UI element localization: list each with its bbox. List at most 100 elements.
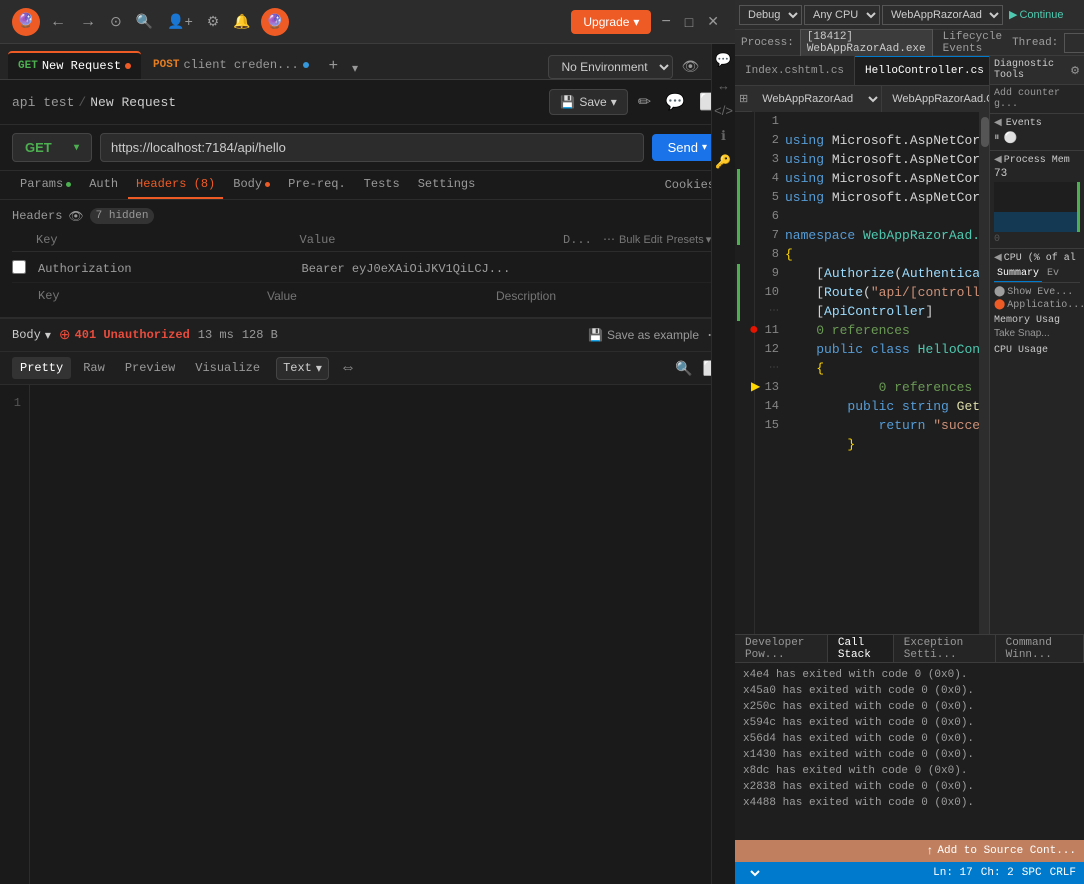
collection-tab-bar: GET New Request POST client creden... + … <box>0 44 735 80</box>
continue-button[interactable]: ▶ Continue <box>1005 6 1068 23</box>
expand-btn[interactable]: ⊞ <box>735 90 752 107</box>
comment-icon-btn[interactable]: 💬 <box>661 88 689 116</box>
tab-index-cshtml-1[interactable]: Index.cshtml.cs <box>735 56 855 86</box>
postman-search-btn[interactable]: 🔍 <box>132 9 157 34</box>
collection-tab-post[interactable]: POST client creden... <box>143 51 319 79</box>
collection-tab-get[interactable]: GET New Request <box>8 51 141 79</box>
headers-tab[interactable]: Headers (8) <box>128 171 223 199</box>
output-line-5: x56d4 has exited with code 0 (0x0). <box>743 731 1076 747</box>
prereq-tab[interactable]: Pre-req. <box>280 171 354 199</box>
header-key-1[interactable] <box>36 260 300 278</box>
add-tab-button[interactable]: + <box>321 53 346 79</box>
response-code-area[interactable] <box>30 385 735 884</box>
pretty-format-tab[interactable]: Pretty <box>12 357 71 379</box>
settings-tab[interactable]: Settings <box>410 171 484 199</box>
debug-mode-dropdown[interactable]: Debug <box>739 5 802 25</box>
lifecycle-label: Lifecycle Events <box>943 31 1002 55</box>
add-to-source-bar[interactable]: ↑ Add to Source Cont... <box>735 840 1084 862</box>
postman-back-btn[interactable]: ← <box>46 9 70 35</box>
new-key-input[interactable] <box>36 287 265 305</box>
new-desc-input[interactable] <box>494 287 723 305</box>
thread-dropdown[interactable] <box>1064 33 1084 53</box>
key-side-btn[interactable]: 🔑 <box>714 150 733 174</box>
summary-tab[interactable]: Summary <box>994 266 1042 282</box>
maximize-button[interactable]: □ <box>681 10 697 34</box>
tab-developer-power[interactable]: Developer Pow... <box>735 635 828 663</box>
body-tab[interactable]: Body <box>225 171 278 199</box>
process-bar: Process: [18412] WebAppRazorAad.exe Life… <box>735 30 1084 56</box>
raw-format-tab[interactable]: Raw <box>75 357 113 379</box>
table-header-row: Key Value D... ⋯ Bulk Edit Presets ▾ <box>12 232 723 252</box>
url-bar: GET ▾ Send ▾ <box>0 125 735 171</box>
breadcrumb-sep: / <box>78 95 86 110</box>
summary-event-tabs: Summary Ev <box>994 266 1080 283</box>
code-side-btn[interactable]: </> <box>714 99 733 122</box>
diag-add-counter[interactable]: Add counter g... <box>990 85 1084 114</box>
pause-events-btn[interactable]: ⏸ <box>994 131 1000 144</box>
postman-bell-btn[interactable]: 🔔 <box>229 9 254 34</box>
auth-tab[interactable]: Auth <box>81 171 126 199</box>
close-button[interactable]: ✕ <box>703 9 723 34</box>
env-eye-btn[interactable]: 👁 <box>677 54 703 79</box>
edit-icon-btn[interactable]: ✏ <box>634 88 655 116</box>
save-as-example-btn[interactable]: 💾 Save as example <box>588 328 699 342</box>
cpu-target-dropdown[interactable]: Any CPU <box>804 5 880 25</box>
output-content: x4e4 has exited with code 0 (0x0). x45a0… <box>735 663 1084 840</box>
take-snapshot-btn[interactable]: Take Snap... <box>994 328 1050 339</box>
response-format-toolbar: Pretty Raw Preview Visualize Text ▾ ⇔ 🔍 … <box>0 352 735 385</box>
project-location-dropdown[interactable]: WebAppRazorAad <box>752 86 882 112</box>
breadcrumb-name: New Request <box>90 95 176 110</box>
postman-new-tab-btn[interactable]: 👤+ <box>163 9 197 34</box>
cpu-collapse-icon[interactable]: ◀ <box>994 252 1002 264</box>
mem-collapse-icon[interactable]: ◀ <box>994 154 1002 166</box>
post-method-label: POST <box>153 59 179 71</box>
header-value-1[interactable] <box>300 260 564 278</box>
postman-home-btn[interactable]: ⊙ <box>106 9 126 34</box>
tab-exception-settings[interactable]: Exception Setti... <box>894 635 996 663</box>
tab-command-window[interactable]: Command Winn... <box>996 635 1084 663</box>
events-tab[interactable]: Ev <box>1044 266 1062 282</box>
tab-call-stack[interactable]: Call Stack <box>828 635 894 663</box>
text-format-dropdown[interactable]: Text ▾ <box>276 357 329 380</box>
postman-avatar-btn[interactable]: 🔮 <box>261 8 289 36</box>
breakpoint-indicator[interactable]: ● <box>749 321 759 340</box>
postman-settings-btn[interactable]: ⚙ <box>203 9 224 34</box>
diag-settings-btn[interactable]: ⚙ <box>1070 64 1080 77</box>
postman-topbar: 🔮 ← → ⊙ 🔍 👤+ ⚙ 🔔 🔮 Upgrade ▾ − □ ✕ <box>0 0 735 44</box>
output-line-8: x2838 has exited with code 0 (0x0). <box>743 779 1076 795</box>
presets-btn[interactable]: Presets ▾ <box>666 233 711 246</box>
save-label: Save <box>579 95 606 109</box>
upgrade-button[interactable]: Upgrade ▾ <box>571 10 651 34</box>
env-dropdown[interactable]: No Environment <box>548 55 673 79</box>
postman-forward-btn[interactable]: → <box>76 9 100 35</box>
search-response-btn[interactable]: 🔍 <box>672 357 695 380</box>
help-side-btn[interactable]: ↔ <box>714 74 733 97</box>
tests-tab[interactable]: Tests <box>356 171 408 199</box>
chat-side-btn[interactable]: 💬 <box>714 48 733 72</box>
memory-usage-label: Memory Usag <box>994 315 1080 326</box>
col-info: Ch: 2 <box>981 867 1014 879</box>
preview-format-tab[interactable]: Preview <box>117 357 183 379</box>
url-input[interactable] <box>100 133 644 162</box>
events-collapse-icon[interactable]: ◀ <box>994 117 1002 129</box>
vertical-scrollbar[interactable] <box>979 112 989 634</box>
method-selector[interactable]: GET ▾ <box>12 133 92 162</box>
process-label: Process: <box>741 37 794 49</box>
header-checkbox-1[interactable] <box>12 260 26 274</box>
tab-arrow-button[interactable]: ▾ <box>348 57 362 79</box>
camera-events-btn[interactable]: ⚪ <box>1004 131 1018 144</box>
new-value-input[interactable] <box>265 287 494 305</box>
visualize-format-tab[interactable]: Visualize <box>187 357 268 379</box>
info-side-btn[interactable]: ℹ <box>714 124 733 148</box>
text-dropdown-arrow: ▾ <box>316 361 322 376</box>
save-button[interactable]: 💾 Save ▾ <box>549 89 627 115</box>
wrap-text-btn[interactable]: ⇔ <box>337 356 359 380</box>
minimize-button[interactable]: − <box>657 9 674 35</box>
tab-hello-controller[interactable]: HelloController.cs ✕ <box>855 56 1011 86</box>
bulk-edit-btn[interactable]: Bulk Edit <box>619 234 662 246</box>
method-arrow: ▾ <box>74 142 79 153</box>
debug-mode-status[interactable]: Debug <box>743 866 763 880</box>
params-tab[interactable]: Params <box>12 171 79 199</box>
project-dropdown[interactable]: WebAppRazorAad <box>882 5 1003 25</box>
process-mem-section: ◀ Process Mem 73 0 <box>990 151 1084 249</box>
